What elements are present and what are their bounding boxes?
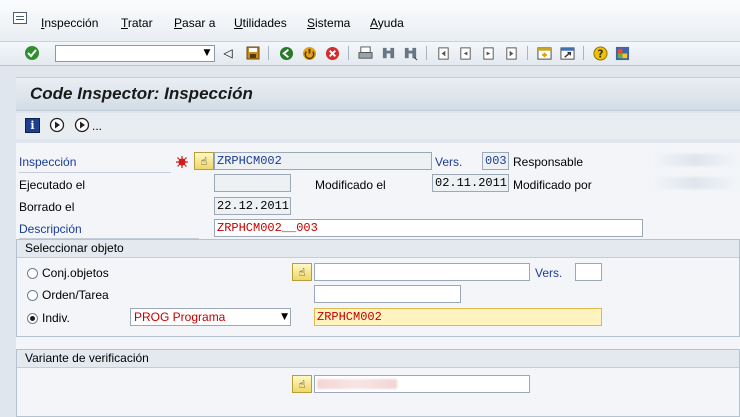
variante-group: Variante de verificación ☝ [16,349,740,417]
page-title: Code Inspector: Inspección [30,84,253,103]
responsable-label: Responsable [513,155,584,169]
exit-icon[interactable] [301,45,317,61]
execute-with-options-icon[interactable] [74,117,90,136]
borrado-label: Borrado el [19,200,75,214]
conj-vers-label: Vers. [535,266,563,280]
indiv-object-field[interactable]: ZRPHCM002 [314,308,602,326]
main-area: Inspección ☝ ZRPHCM002 Vers. 003 Respons… [16,143,740,417]
cursor-hand-icon: ☝ [200,154,208,168]
prev-page-icon[interactable] [457,45,473,61]
back-nav-icon[interactable]: ◁ [220,45,236,61]
conj-objetos-field[interactable] [314,263,530,281]
radio-conj-objetos[interactable] [27,268,38,279]
back-icon[interactable] [278,45,294,61]
inspeccion-field[interactable]: ZRPHCM002 [214,152,432,170]
system-menu-icon[interactable] [13,12,27,24]
last-page-icon[interactable] [503,45,519,61]
radio-indiv[interactable] [27,313,38,324]
shortcut-icon[interactable] [559,45,575,61]
descripcion-label: Descripción [19,222,82,236]
svg-text:?: ? [597,48,603,60]
create-session-icon[interactable] [536,45,552,61]
descripcion-field[interactable]: ZRPHCM002__003 [214,219,643,237]
application-toolbar: i ... [16,113,740,139]
modificado-label: Modificado el [315,178,386,192]
responsable-redacted [650,154,740,166]
customize-icon[interactable] [614,45,630,61]
borrado-field[interactable]: 22.12.2011 [214,197,291,215]
radio-orden-tarea[interactable] [27,290,38,301]
execute-icon[interactable] [49,117,65,136]
orden-tarea-label: Orden/Tarea [42,288,109,302]
title-bar: Code Inspector: Inspección [16,77,740,111]
ejecutado-field[interactable] [214,174,291,192]
variant-input-help-button[interactable]: ☝ [292,375,312,393]
cursor-hand-icon: ☝ [298,377,306,391]
find-next-icon[interactable] [402,45,418,61]
modificado-por-redacted [650,177,740,189]
chevron-down-icon[interactable]: ▼ [201,47,213,60]
vers-label: Vers. [435,155,463,169]
help-icon[interactable]: ? [592,45,608,61]
menu-utilidades[interactable]: Utilidades [234,16,287,30]
standard-toolbar: ▼ ◁ ? [0,42,740,66]
conj-objetos-label: Conj.objetos [42,266,109,280]
variante-field[interactable] [314,375,530,393]
command-field[interactable]: ▼ [55,45,215,62]
variante-redacted [317,379,397,389]
next-page-icon[interactable] [480,45,496,61]
inspeccion-label: Inspección [19,155,77,169]
more-label[interactable]: ... [92,119,102,133]
vers-field[interactable]: 003 [482,152,509,170]
cancel-icon[interactable] [324,45,340,61]
find-icon[interactable] [380,45,396,61]
status-red-icon [176,156,188,171]
conj-input-help-button[interactable]: ☝ [292,263,312,281]
ejecutado-label: Ejecutado el [19,178,86,192]
input-help-button[interactable]: ☝ [194,152,214,170]
conj-vers-field[interactable] [575,263,602,281]
menu-pasar-a[interactable]: Pasar a [174,16,215,30]
chevron-down-icon: ▼ [281,312,288,322]
object-type-select[interactable]: PROG Programa ▼ [130,308,291,326]
menu-tratar[interactable]: Tratar [121,16,153,30]
menu-sistema[interactable]: Sistema [307,16,350,30]
variante-title: Variante de verificación [17,350,739,368]
info-icon[interactable]: i [25,118,40,133]
cursor-hand-icon: ☝ [298,265,306,279]
modificado-field[interactable]: 02.11.2011 [432,174,509,192]
print-icon[interactable] [357,45,373,61]
seleccionar-objeto-group: Seleccionar objeto Conj.objetos ☝ Vers. … [16,239,740,337]
save-icon[interactable] [245,45,261,61]
indiv-label: Indiv. [42,311,70,325]
menu-ayuda[interactable]: Ayuda [370,16,404,30]
menu-inspeccion[interactable]: Inspección [41,16,98,30]
orden-tarea-field[interactable] [314,285,461,303]
first-page-icon[interactable] [435,45,451,61]
modificado-por-label: Modificado por [513,178,592,192]
seleccionar-objeto-title: Seleccionar objeto [17,240,739,258]
menu-bar: Inspección Tratar Pasar a Utilidades Sis… [0,0,740,42]
enter-icon[interactable] [24,45,40,61]
